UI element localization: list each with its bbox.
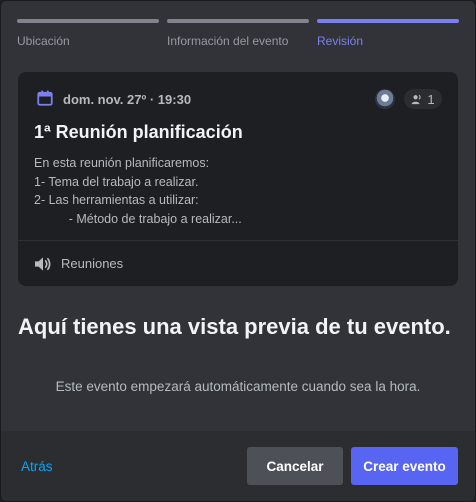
step-location: Ubicación	[17, 19, 159, 48]
step-label: Ubicación	[17, 34, 70, 48]
users-icon	[412, 94, 421, 104]
cancel-button[interactable]: Cancelar	[247, 447, 343, 485]
back-link[interactable]: Atrás	[21, 459, 53, 474]
avatar[interactable]	[375, 89, 395, 109]
create-event-button[interactable]: Crear evento	[351, 447, 458, 485]
calendar-icon	[37, 90, 53, 106]
step-label: Revisión	[317, 34, 364, 48]
event-card-body: dom. nov. 27º · 19:30 1 1ª Reunión plani…	[18, 72, 458, 240]
preview-subtext: Este evento empezará automáticamente cua…	[55, 379, 421, 394]
event-preview-modal: Ubicación Información del evento Revisió…	[0, 0, 476, 502]
description-line: 2- Las herramientas a utilizar:	[34, 193, 199, 207]
step-label: Información del evento	[167, 34, 289, 48]
step-bar	[167, 19, 309, 23]
event-card: dom. nov. 27º · 19:30 1 1ª Reunión plani…	[18, 72, 458, 286]
description-line: En esta reunión planificaremos:	[34, 156, 210, 170]
preview-heading: Aquí tienes una vista previa de tu event…	[18, 314, 451, 339]
attendee-count: 1	[427, 91, 435, 107]
modal-footer: Atrás Cancelar Crear evento	[1, 431, 475, 501]
attendee-count-badge[interactable]: 1	[404, 89, 442, 109]
description-line: - Método de trabajo a realizar...	[34, 211, 242, 226]
description-line: 1- Tema del trabajo a realizar.	[34, 174, 199, 189]
event-date: dom. nov. 27º · 19:30	[63, 92, 192, 107]
step-bar	[317, 19, 459, 23]
event-description: En esta reunión planificaremos: 1- Tema …	[34, 154, 444, 228]
channel-name: Reuniones	[61, 256, 124, 271]
event-title: 1ª Reunión planificación	[34, 122, 243, 142]
step-bar	[17, 19, 159, 23]
step-event-info: Información del evento	[167, 19, 309, 48]
progress-steps: Ubicación Información del evento Revisió…	[17, 19, 459, 48]
speaker-icon	[35, 256, 51, 271]
event-location: Reuniones	[18, 240, 458, 286]
step-review: Revisión	[317, 19, 459, 48]
